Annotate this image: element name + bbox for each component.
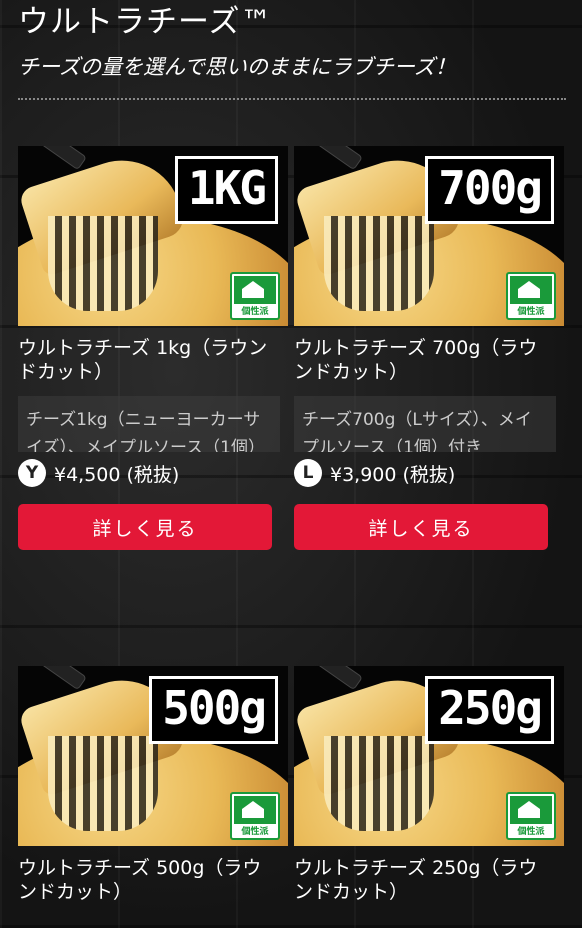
product-title[interactable]: ウルトラチーズ 1kg（ラウンドカット）: [18, 336, 280, 384]
price-row: Y ¥4,500 (税抜): [18, 458, 288, 488]
product-image[interactable]: 250g 個性派: [294, 666, 564, 846]
page-subtitle: チーズの量を選んで思いのままにラブチーズ！: [18, 55, 456, 79]
product-image[interactable]: 700g 個性派: [294, 146, 564, 326]
kosei-ha-badge-icon: 個性派: [230, 792, 280, 840]
product-card-700g[interactable]: 700g 個性派 ウルトラチーズ 700g（ラウンドカット） チーズ700g（L…: [294, 146, 564, 550]
product-title[interactable]: ウルトラチーズ 500g（ラウンドカット）: [18, 856, 280, 904]
product-image[interactable]: 500g 個性派: [18, 666, 288, 846]
product-price: ¥4,500 (税抜): [54, 463, 180, 486]
price-row: L ¥3,900 (税抜): [294, 458, 564, 488]
product-card-500g[interactable]: 500g 個性派 ウルトラチーズ 500g（ラウンドカット）: [18, 666, 288, 904]
product-description: チーズ700g（Lサイズ）、メイプルソース（1個）付き: [294, 396, 556, 452]
weight-badge: 500g: [149, 676, 278, 744]
kosei-ha-badge-icon: 個性派: [230, 272, 280, 320]
product-title[interactable]: ウルトラチーズ 700g（ラウンドカット）: [294, 336, 556, 384]
page-header: ウルトラチーズ™ チーズの量を選んで思いのままにラブチーズ！: [18, 0, 566, 80]
weight-badge: 700g: [425, 156, 554, 224]
header-divider: [18, 98, 566, 100]
weight-badge: 1KG: [174, 156, 278, 224]
detail-button[interactable]: 詳しく見る: [18, 504, 272, 550]
detail-button[interactable]: 詳しく見る: [294, 504, 548, 550]
size-y-icon: Y: [18, 459, 46, 487]
product-card-1kg[interactable]: 1KG 個性派 ウルトラチーズ 1kg（ラウンドカット） チーズ1kg（ニューヨ…: [18, 146, 288, 550]
size-l-icon: L: [294, 459, 322, 487]
product-description: チーズ1kg（ニューヨーカーサイズ）、メイプルソース（1個）付き: [18, 396, 280, 452]
product-title[interactable]: ウルトラチーズ 250g（ラウンドカット）: [294, 856, 556, 904]
product-image[interactable]: 1KG 個性派: [18, 146, 288, 326]
weight-badge: 250g: [425, 676, 554, 744]
page-title: ウルトラチーズ™: [18, 4, 273, 40]
kosei-ha-badge-icon: 個性派: [506, 792, 556, 840]
kosei-ha-badge-icon: 個性派: [506, 272, 556, 320]
product-card-250g[interactable]: 250g 個性派 ウルトラチーズ 250g（ラウンドカット）: [294, 666, 564, 904]
product-price: ¥3,900 (税抜): [330, 463, 456, 486]
